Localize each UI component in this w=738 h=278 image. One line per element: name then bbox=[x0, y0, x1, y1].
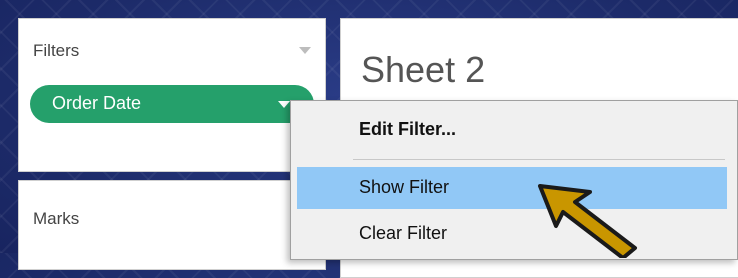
menu-item-label: Edit Filter... bbox=[359, 119, 457, 139]
filters-panel: Filters Order Date bbox=[18, 18, 326, 172]
marks-title: Marks bbox=[33, 209, 80, 228]
chevron-down-icon[interactable] bbox=[299, 47, 311, 54]
filters-title: Filters bbox=[33, 41, 80, 60]
menu-separator bbox=[353, 159, 725, 160]
menu-item-edit-filter[interactable]: Edit Filter... bbox=[297, 109, 727, 151]
order-date-filter-pill[interactable]: Order Date bbox=[30, 85, 314, 123]
pill-label: Order Date bbox=[52, 93, 142, 113]
arrow-pointer-icon bbox=[538, 184, 637, 258]
menu-item-show-filter[interactable]: Show Filter bbox=[297, 167, 727, 209]
chevron-down-icon[interactable] bbox=[278, 101, 290, 108]
menu-item-clear-filter[interactable]: Clear Filter bbox=[297, 213, 727, 255]
sheet-title: Sheet 2 bbox=[361, 49, 486, 90]
menu-item-label: Show Filter bbox=[359, 177, 450, 197]
filter-context-menu: Edit Filter... Show Filter Clear Filter bbox=[290, 100, 738, 260]
marks-panel: Marks bbox=[18, 180, 326, 270]
menu-item-label: Clear Filter bbox=[359, 223, 448, 243]
